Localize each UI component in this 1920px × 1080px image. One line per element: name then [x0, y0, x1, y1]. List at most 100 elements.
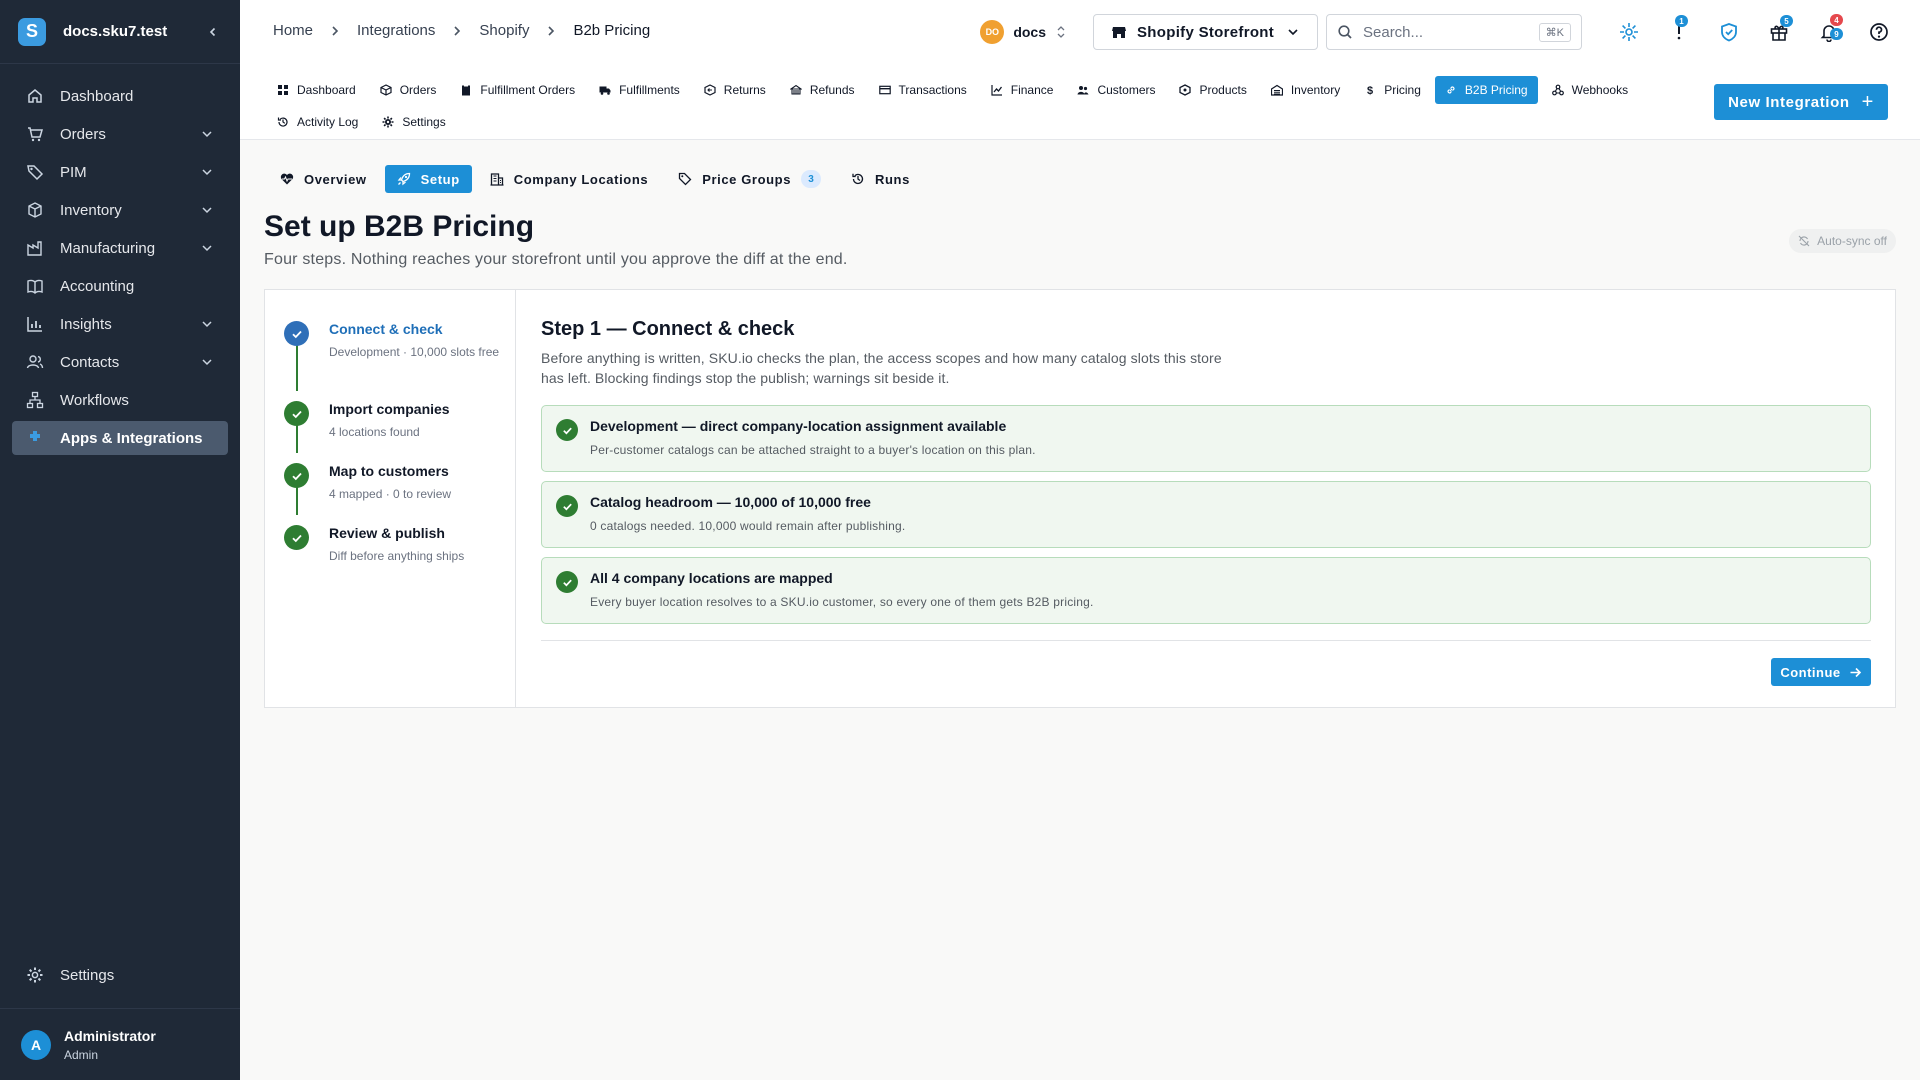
check-title: All 4 company locations are mapped [590, 570, 833, 586]
alerts-count-badge: 1 [1675, 15, 1688, 27]
tab-orders[interactable]: Orders [370, 76, 447, 104]
tab-label: Finance [1010, 83, 1054, 97]
alerts-button[interactable]: 1 [1667, 15, 1691, 44]
notifications-red-badge: 4 [1830, 14, 1843, 26]
search-placeholder: Search... [1363, 23, 1424, 41]
chevron-down-icon [202, 321, 212, 328]
sidebar-item-pim[interactable]: PIM [12, 155, 228, 189]
check-circle-icon [556, 495, 578, 517]
store-switcher[interactable]: DO docs [980, 20, 1067, 44]
chevron-down-icon [202, 245, 212, 252]
cart-icon [28, 127, 43, 142]
sidebar-item-label: Accounting [60, 277, 135, 295]
integration-tabs: Dashboard Orders Fulfillment Orders Fulf… [267, 76, 1687, 140]
sidebar-item-workflows[interactable]: Workflows [12, 383, 228, 417]
tab-company-locations[interactable]: Company Locations [478, 165, 660, 193]
chevron-down-icon [202, 169, 212, 176]
tab-webhooks[interactable]: Webhooks [1542, 76, 1638, 104]
book-icon [27, 279, 43, 294]
help-button[interactable] [1867, 20, 1891, 44]
tab-overview[interactable]: Overview [268, 165, 379, 193]
check-result-card: All 4 company locations are mapped Every… [541, 557, 1871, 624]
tab-runs[interactable]: Runs [839, 165, 922, 193]
ai-sparkle-button[interactable] [1617, 20, 1641, 44]
step-done-indicator [284, 463, 309, 488]
tab-products[interactable]: Products [1169, 76, 1256, 104]
tab-label: Company Locations [513, 171, 649, 187]
tab-pricing[interactable]: $ Pricing [1354, 76, 1431, 104]
tab-dashboard[interactable]: Dashboard [267, 76, 366, 104]
tab-activity-log[interactable]: Activity Log [267, 108, 368, 136]
sidebar-item-accounting[interactable]: Accounting [12, 269, 228, 303]
sidebar-item-apps-integrations[interactable]: Apps & Integrations [12, 421, 228, 455]
storefront-select[interactable]: Shopify Storefront [1093, 14, 1318, 50]
tag-icon [27, 165, 44, 181]
tab-transactions[interactable]: Transactions [869, 76, 977, 104]
check-icon [291, 472, 302, 480]
page-title: Set up B2B Pricing [264, 210, 535, 243]
security-button[interactable] [1717, 20, 1741, 44]
search-icon [1338, 25, 1352, 39]
new-integration-button[interactable]: New Integration + [1714, 84, 1888, 120]
check-desc: Every buyer location resolves to a SKU.i… [590, 595, 1094, 609]
tab-setup[interactable]: Setup [384, 165, 472, 193]
check-result-card: Catalog headroom — 10,000 of 10,000 free… [541, 481, 1871, 548]
page-tabs: Overview Setup Company Locations Price G… [268, 165, 928, 193]
workflow-icon [26, 391, 44, 409]
tab-fulfillment-orders[interactable]: Fulfillment Orders [450, 76, 585, 104]
tab-b2b-pricing[interactable]: B2B Pricing [1434, 76, 1538, 104]
sidebar-item-manufacturing[interactable]: Manufacturing [12, 231, 228, 265]
tab-refunds[interactable]: Refunds [780, 76, 865, 104]
clipboard-icon [462, 84, 471, 96]
tab-inventory[interactable]: Inventory [1261, 76, 1350, 104]
tab-label: Setup [420, 171, 460, 187]
tab-price-groups[interactable]: Price Groups 3 [666, 165, 833, 193]
building-icon [490, 173, 504, 186]
truck-icon [599, 86, 611, 95]
step-title: Map to customers [329, 463, 449, 479]
tab-label: Fulfillment Orders [480, 83, 576, 97]
sidebar-item-orders[interactable]: Orders [12, 117, 228, 151]
breadcrumb-integrations[interactable]: Integrations [357, 22, 435, 39]
chevron-right-icon [332, 25, 339, 36]
chart-icon [27, 317, 42, 332]
check-icon [291, 410, 302, 418]
grid-icon [278, 85, 288, 95]
tab-fulfillments[interactable]: Fulfillments [589, 76, 690, 104]
check-icon [291, 534, 302, 542]
chevron-up-down-icon [1057, 26, 1065, 38]
collapse-sidebar-icon[interactable] [204, 23, 222, 41]
sidebar-item-contacts[interactable]: Contacts [12, 345, 228, 379]
breadcrumb-home[interactable]: Home [273, 22, 313, 39]
step-done-indicator [284, 401, 309, 426]
app-logo[interactable]: S [18, 17, 46, 46]
price-groups-count-badge: 3 [801, 170, 822, 188]
heart-pulse-icon [280, 173, 294, 185]
tab-customers[interactable]: Customers [1067, 76, 1165, 104]
sidebar-item-dashboard[interactable]: Dashboard [12, 79, 228, 113]
sidebar-item-inventory[interactable]: Inventory [12, 193, 228, 227]
gifts-button[interactable]: 5 [1767, 15, 1793, 44]
gear-icon [382, 116, 394, 128]
check-desc: Per-customer catalogs can be attached st… [590, 443, 1036, 457]
sidebar-item-label: Manufacturing [60, 239, 156, 257]
tab-finance[interactable]: Finance [981, 76, 1064, 104]
notifications-button[interactable]: 4 9 [1817, 14, 1843, 44]
tab-settings[interactable]: Settings [372, 108, 455, 136]
avatar: A [21, 1029, 51, 1060]
user-menu[interactable]: A Administrator Admin [0, 1008, 240, 1080]
check-icon [291, 330, 302, 338]
tab-label: Returns [723, 83, 766, 97]
search-input[interactable]: Search... ⌘K [1326, 14, 1582, 50]
tab-returns[interactable]: Returns [694, 76, 776, 104]
sidebar-item-settings[interactable]: Settings [12, 958, 228, 992]
check-title: Catalog headroom — 10,000 of 10,000 free [590, 494, 871, 510]
people-icon [26, 355, 44, 369]
breadcrumb-shopify[interactable]: Shopify [479, 22, 529, 39]
step-desc: Diff before anything ships [329, 549, 465, 563]
sidebar-footer: Settings A Administrator Admin [0, 958, 240, 1080]
sidebar-item-label: Insights [60, 315, 112, 333]
continue-button[interactable]: Continue [1771, 658, 1871, 686]
sync-off-icon [1798, 235, 1810, 247]
sidebar-item-insights[interactable]: Insights [12, 307, 228, 341]
